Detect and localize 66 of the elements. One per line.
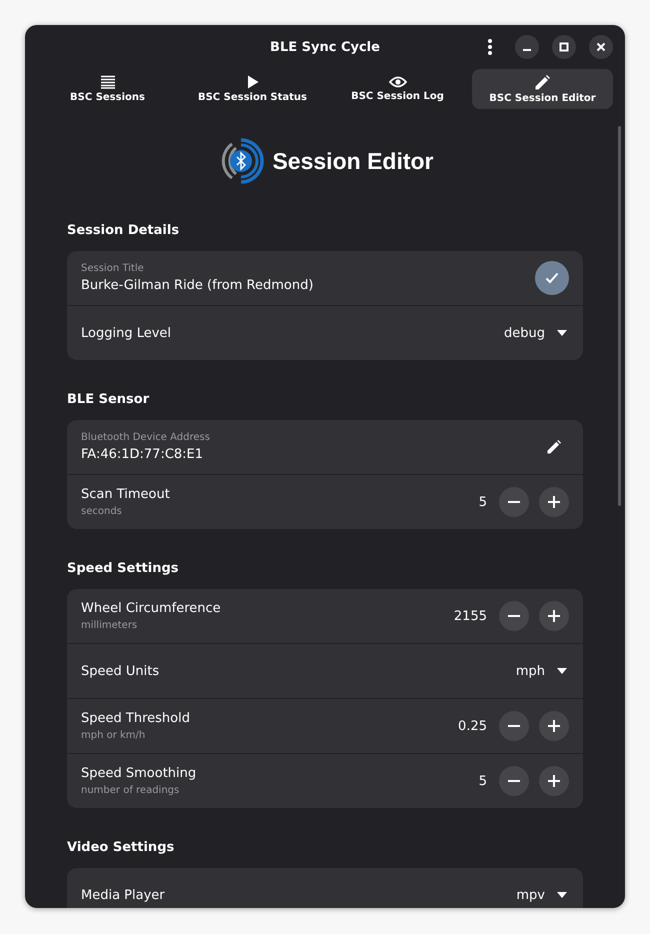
confirm-button[interactable] [535, 261, 569, 295]
minimize-button[interactable] [515, 35, 539, 59]
caret-icon [557, 668, 567, 674]
row-label: Speed Threshold [81, 711, 191, 726]
field-value[interactable]: Burke-Gilman Ride (from Redmond) [81, 278, 521, 293]
dropdown[interactable]: debug [502, 322, 569, 344]
checkmark-icon [545, 272, 559, 284]
tab[interactable]: BSC Session Status [182, 69, 323, 109]
decrease-button[interactable] [499, 487, 529, 517]
tab[interactable]: BSC Sessions [37, 69, 178, 109]
row-label: Logging Level [81, 326, 172, 340]
list-icon [100, 75, 114, 89]
spin-value[interactable]: 5 [478, 494, 487, 510]
row-subtitle: number of readings [81, 785, 180, 796]
decrease-button[interactable] [499, 766, 529, 796]
minus-icon [508, 780, 520, 782]
row-label: Scan Timeout [81, 487, 171, 502]
eye-icon [388, 76, 406, 88]
plus-icon [548, 720, 560, 732]
plus-icon [548, 496, 560, 508]
section-title: BLE Sensor [67, 392, 150, 407]
spin-value[interactable]: 5 [478, 774, 487, 788]
increase-button[interactable] [539, 711, 569, 741]
minus-icon [508, 615, 520, 617]
increase-button[interactable] [539, 766, 569, 796]
decrease-button[interactable] [499, 711, 529, 741]
field-value[interactable]: FA:46:1D:77:C8:E1 [81, 447, 525, 462]
pencil-icon [547, 440, 561, 454]
section-title: Session Details [67, 223, 180, 238]
window-title: BLE Sync Cycle [270, 40, 380, 55]
row-subtitle: millimeters [81, 620, 138, 631]
increase-button[interactable] [539, 487, 569, 517]
spin-value[interactable]: 2155 [454, 608, 487, 624]
dropdown[interactable]: mph [514, 660, 569, 682]
decrease-button[interactable] [499, 601, 529, 631]
maximize-icon [559, 42, 569, 52]
close-button[interactable] [589, 35, 613, 59]
row-subtitle: seconds [81, 506, 123, 517]
minimize-icon [523, 49, 531, 51]
dropdown[interactable]: mpv [514, 884, 569, 906]
spin-value[interactable]: 0.25 [458, 718, 487, 734]
close-icon [596, 42, 606, 52]
field-caption: Session Title [81, 263, 145, 274]
minus-icon [508, 501, 520, 503]
pencil-icon [535, 74, 550, 90]
section-title: Speed Settings [67, 561, 180, 576]
row-label: Speed Units [81, 664, 160, 678]
increase-button[interactable] [539, 601, 569, 631]
caret-icon [557, 892, 567, 898]
caret-icon [557, 330, 567, 336]
scrollbar[interactable] [618, 126, 621, 506]
tab[interactable]: BSC Session Log [327, 69, 468, 109]
row-label: Wheel Circumference [81, 601, 222, 616]
play-icon [246, 75, 258, 89]
row-label: Speed Smoothing [81, 766, 198, 781]
maximize-button[interactable] [552, 35, 576, 59]
row-subtitle: mph or km/h [81, 730, 146, 741]
menu-icon [488, 39, 492, 55]
tab[interactable]: BSC Session Editor [472, 69, 613, 109]
plus-icon [548, 775, 560, 787]
plus-icon [548, 610, 560, 622]
page-title: Session Editor [272, 148, 434, 174]
row-label: Media Player [81, 888, 166, 902]
minus-icon [508, 725, 520, 727]
field-caption: Bluetooth Device Address [81, 432, 211, 443]
section-title: Video Settings [67, 840, 176, 855]
